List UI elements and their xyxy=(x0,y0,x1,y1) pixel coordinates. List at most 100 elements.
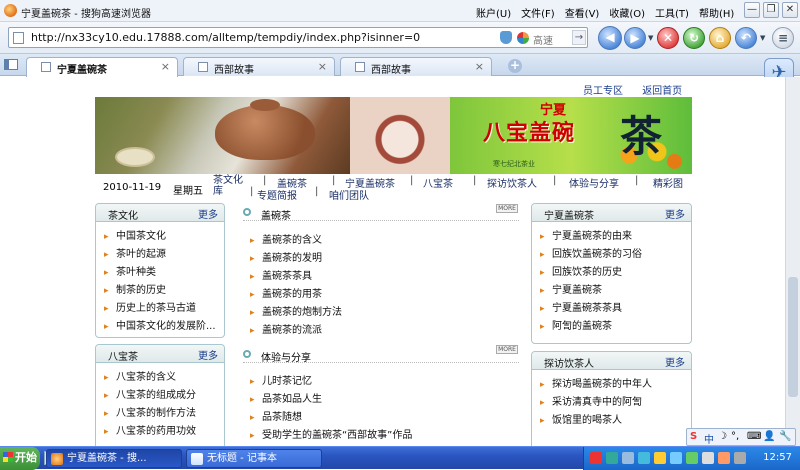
tray-icon[interactable] xyxy=(734,452,746,464)
list-item[interactable]: 八宝茶的制作方法 xyxy=(104,407,220,425)
back-home-link[interactable]: 返回首页 xyxy=(642,86,682,97)
ime-toolbar[interactable]: S 中 ☽ °, ⌨ 👤 🔧 xyxy=(686,428,796,446)
tab-ningxia-gaiwan[interactable]: 宁夏盖碗茶 × xyxy=(26,57,178,77)
more-button[interactable]: MORE xyxy=(496,204,518,213)
list-item[interactable]: 受助学生的盖碗茶“西部故事”作品 xyxy=(250,429,520,446)
more-link[interactable]: 更多 xyxy=(665,206,685,221)
menu-file[interactable]: 文件(F) xyxy=(521,5,555,20)
back-button[interactable]: ◀ xyxy=(598,26,622,50)
more-link[interactable]: 更多 xyxy=(665,354,685,369)
menu-account[interactable]: 账户(U) xyxy=(476,5,511,20)
undo-close-button[interactable]: ↶ xyxy=(735,27,757,49)
list-item[interactable]: 盖碗茶茶具 xyxy=(250,270,510,288)
sogou-tray-icon[interactable] xyxy=(590,452,602,464)
list-item[interactable]: 盖碗茶的含义 xyxy=(250,234,510,252)
tab-close-icon[interactable]: × xyxy=(318,60,327,73)
menu-tools[interactable]: 工具(T) xyxy=(655,5,689,20)
menu-view[interactable]: 查看(V) xyxy=(565,5,600,20)
network-tray-icon[interactable] xyxy=(606,452,618,464)
list-item[interactable]: 盖碗茶的流派 xyxy=(250,324,510,342)
list-item[interactable]: 回族饮盖碗茶的习俗 xyxy=(540,248,687,266)
tray-icon[interactable] xyxy=(718,452,730,464)
ime-keyboard-icon[interactable]: ⌨ xyxy=(747,431,761,442)
list-item[interactable]: 制茶的历史 xyxy=(104,284,220,302)
list-item[interactable]: 历史上的茶马古道 xyxy=(104,302,220,320)
nav-experience-share[interactable]: 体验与分享 xyxy=(569,175,619,190)
forward-button[interactable]: ▶ xyxy=(624,27,646,49)
more-link[interactable]: 更多 xyxy=(198,206,218,221)
stop-button[interactable]: ✕ xyxy=(657,27,679,49)
history-dropdown-icon[interactable]: ▼ xyxy=(648,34,653,42)
start-button[interactable]: 开始 xyxy=(0,447,40,470)
list-item[interactable]: 品茶如品人生 xyxy=(250,393,520,411)
undo-dropdown-icon[interactable]: ▼ xyxy=(760,34,765,42)
minimize-button[interactable]: — xyxy=(744,2,760,18)
nav-visit-drinkers[interactable]: 探访饮茶人 xyxy=(487,175,537,190)
nav-babao-tea[interactable]: 八宝茶 xyxy=(423,175,453,190)
vertical-scrollbar[interactable] xyxy=(785,77,800,446)
list-item[interactable]: 宁夏盖碗茶的由来 xyxy=(540,230,687,248)
list-item[interactable]: 茶叶的起源 xyxy=(104,248,220,266)
tab-close-icon[interactable]: × xyxy=(475,60,484,73)
tray-icon[interactable] xyxy=(638,452,650,464)
more-button[interactable]: MORE xyxy=(496,345,518,354)
clock[interactable]: 12:57 xyxy=(763,452,792,463)
tray-icon[interactable] xyxy=(622,452,634,464)
tab-western-story-2[interactable]: 西部故事 × xyxy=(340,57,492,76)
staff-area-link[interactable]: 员工专区 xyxy=(583,86,623,97)
refresh-button[interactable]: ↻ xyxy=(683,27,705,49)
tray-icon[interactable] xyxy=(686,452,698,464)
list-item[interactable]: 采访清真寺中的阿訇 xyxy=(540,396,687,414)
list-item[interactable]: 盖碗茶的炮制方法 xyxy=(250,306,510,324)
home-button[interactable]: ⌂ xyxy=(709,27,731,49)
search-engine-icon[interactable] xyxy=(517,32,529,44)
list-item[interactable]: 宁夏盖碗茶茶具 xyxy=(540,302,687,320)
list-item[interactable]: 八宝茶的组成成分 xyxy=(104,389,220,407)
menu-help[interactable]: 帮助(H) xyxy=(699,5,734,20)
maximize-button[interactable]: ❐ xyxy=(763,2,779,18)
list-item[interactable]: 中国茶文化 xyxy=(104,230,220,248)
ime-user-icon[interactable]: 👤 xyxy=(763,431,775,442)
tab-western-story[interactable]: 西部故事 × xyxy=(183,57,335,76)
ime-moon-icon[interactable]: ☽ xyxy=(718,431,727,442)
nav-gallery[interactable]: 精彩图 xyxy=(653,175,683,190)
volume-tray-icon[interactable] xyxy=(702,452,714,464)
tray-icon[interactable] xyxy=(670,452,682,464)
list-item[interactable]: 回族饮茶的历史 xyxy=(540,266,687,284)
list-item[interactable]: 中国茶文化的发展阶... xyxy=(104,320,220,338)
ime-punctuation-icon[interactable]: °, xyxy=(731,431,739,442)
scrollbar-thumb[interactable] xyxy=(788,277,798,397)
taskbar-item-browser[interactable]: 宁夏盖碗茶 - 搜... xyxy=(46,449,182,468)
list-item[interactable]: 盖碗茶的用茶 xyxy=(250,288,510,306)
list-item[interactable]: 盖碗茶的发明 xyxy=(250,252,510,270)
ime-chinese-mode[interactable]: 中 xyxy=(704,431,714,446)
menu-favorites[interactable]: 收藏(O) xyxy=(609,5,645,20)
ime-tools-icon[interactable]: 🔧 xyxy=(779,431,791,442)
speed-mode-label[interactable]: 高速 xyxy=(533,32,553,47)
list-item[interactable]: 饭馆里的喝茶人 xyxy=(540,414,687,432)
list-item[interactable]: 宁夏盖碗茶 xyxy=(540,284,687,302)
address-bar[interactable]: http://nx33cy10.edu.17888.com/alltemp/te… xyxy=(8,27,588,48)
url-input[interactable]: http://nx33cy10.edu.17888.com/alltemp/te… xyxy=(31,31,420,44)
list-item[interactable]: 八宝茶的含义 xyxy=(104,371,220,389)
nav-tea-culture-library[interactable]: 茶文化库 xyxy=(213,175,247,197)
tab-close-icon[interactable]: × xyxy=(161,60,170,73)
browser-menu-button[interactable]: ≡ xyxy=(772,27,794,49)
sogou-ime-icon[interactable]: S xyxy=(690,431,697,442)
close-window-button[interactable]: ✕ xyxy=(782,2,798,18)
list-item[interactable]: 品茶随想 xyxy=(250,411,520,429)
nav-special-report[interactable]: 专题简报 xyxy=(257,187,297,202)
list-item[interactable]: 茶叶种类 xyxy=(104,266,220,284)
tray-icon[interactable] xyxy=(654,452,666,464)
list-item[interactable]: 阿訇的盖碗茶 xyxy=(540,320,687,338)
more-link[interactable]: 更多 xyxy=(198,347,218,362)
nav-our-team[interactable]: 咱们团队 xyxy=(329,187,369,202)
sidebar-toggle-icon[interactable] xyxy=(4,59,18,70)
list-item[interactable]: 儿时茶记忆 xyxy=(250,375,520,393)
go-button[interactable]: → xyxy=(572,30,586,45)
new-tab-button[interactable]: + xyxy=(508,59,522,73)
list-item[interactable]: 探访喝盖碗茶的中年人 xyxy=(540,378,687,396)
list-item[interactable]: 八宝茶的药用功效 xyxy=(104,425,220,443)
security-shield-icon[interactable] xyxy=(500,31,512,44)
taskbar-item-notepad[interactable]: 无标题 - 记事本 xyxy=(186,449,322,468)
